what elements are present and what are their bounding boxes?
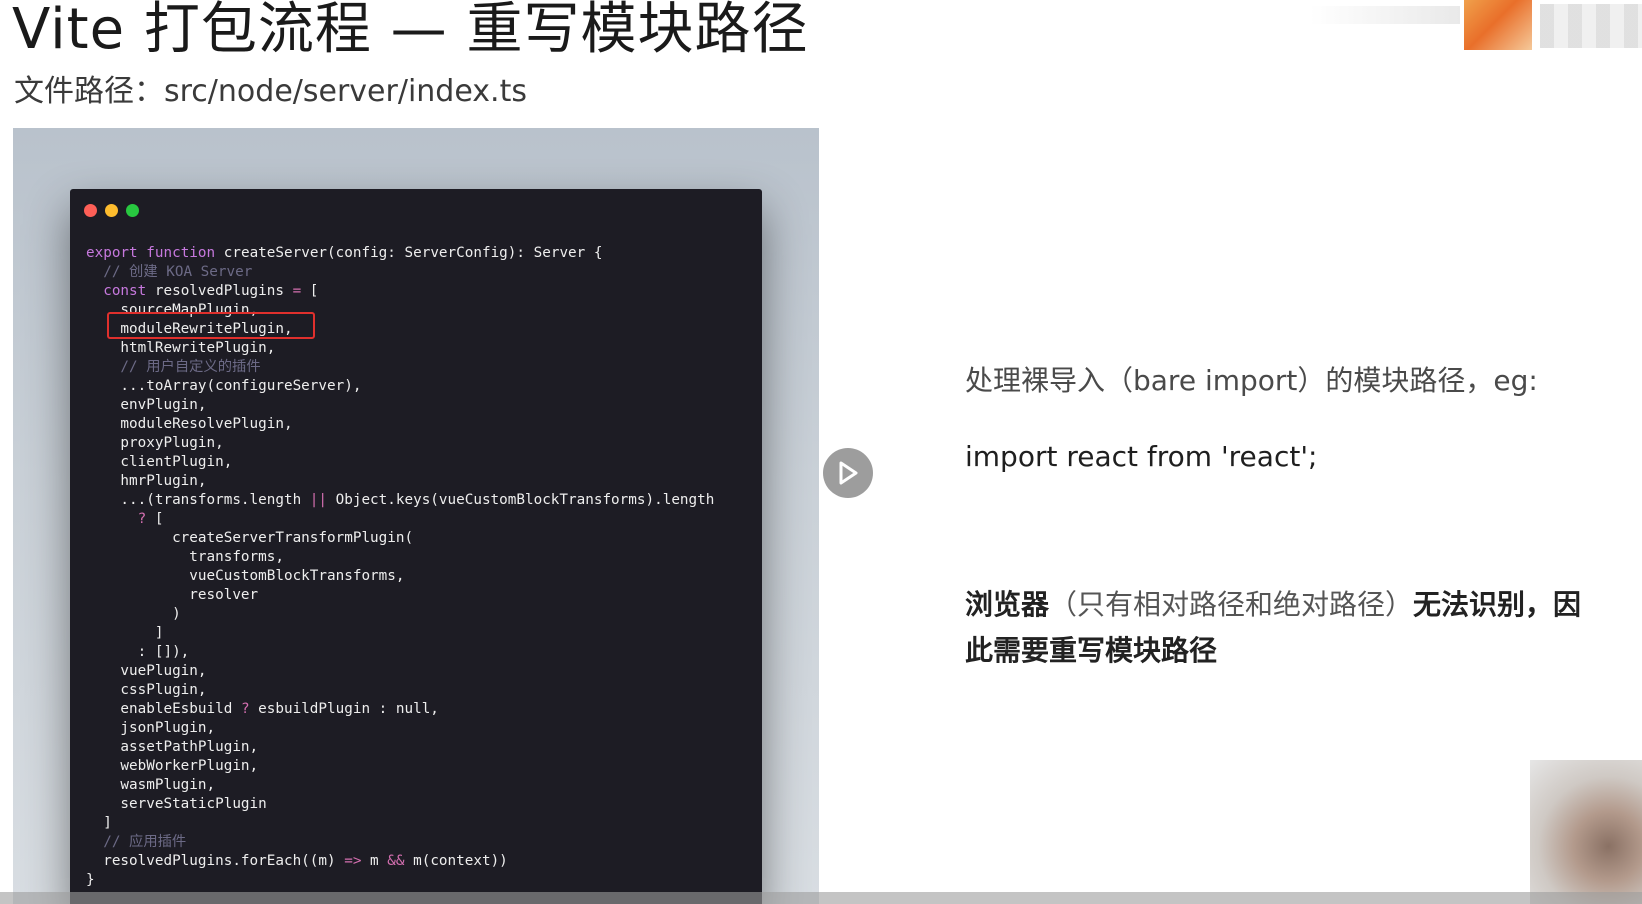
code-block: export function createServer(config: Ser… <box>86 244 756 890</box>
code-line: vueCustomBlockTransforms, <box>86 568 405 584</box>
code-line: ) <box>86 606 181 622</box>
code-line: cssPlugin, <box>86 682 207 698</box>
code-line: ...toArray(configureServer), <box>86 378 362 394</box>
code-line: proxyPlugin, <box>86 435 224 451</box>
description-line-1: 处理裸导入（bare import）的模块路径，eg: <box>965 364 1538 397</box>
window-minimize-dot <box>105 204 118 217</box>
highlight-box <box>107 312 315 339</box>
code-window: export function createServer(config: Ser… <box>70 189 762 904</box>
code-line: ? [ <box>137 511 164 527</box>
code-line: clientPlugin, <box>86 454 233 470</box>
code-line: // 创建 KOA Server <box>86 264 253 280</box>
code-line: jsonPlugin, <box>86 720 216 736</box>
code-line: resolver <box>86 587 259 603</box>
code-line: enableEsbuild ? esbuildPlugin : null, <box>86 701 439 717</box>
description-bold-b: 无法识别，因 <box>1413 588 1582 621</box>
code-line: resolvedPlugins.forEach((m) => m && m(co… <box>86 853 508 869</box>
code-line: ] <box>86 815 112 831</box>
description-bold-a: 浏览器 <box>965 588 1050 621</box>
video-progress-bar[interactable] <box>0 892 1642 904</box>
code-line: envPlugin, <box>86 397 207 413</box>
avatar-thumbnail-blurred <box>1540 4 1642 48</box>
description-bold-c: 此需要重写模块路径 <box>965 634 1218 667</box>
code-line: createServerTransformPlugin( <box>86 530 414 546</box>
description-light: （只有相对路径和绝对路径） <box>1049 588 1414 621</box>
code-line: } <box>86 872 95 888</box>
code-line: wasmPlugin, <box>86 777 216 793</box>
window-maximize-dot <box>126 204 139 217</box>
description-line-3: 浏览器（只有相对路径和绝对路径）无法识别，因 <box>965 582 1581 628</box>
code-line: export function createServer(config: Ser… <box>86 245 603 261</box>
code-line: assetPathPlugin, <box>86 739 259 755</box>
description-paragraph: 浏览器（只有相对路径和绝对路径）无法识别，因 此需要重写模块路径 <box>965 582 1581 674</box>
code-line: serveStaticPlugin <box>86 796 267 812</box>
code-line: moduleResolvePlugin, <box>86 416 293 432</box>
code-line: webWorkerPlugin, <box>86 758 259 774</box>
code-line: htmlRewritePlugin, <box>86 340 276 356</box>
description-line-4: 此需要重写模块路径 <box>965 628 1581 674</box>
play-icon <box>839 461 858 485</box>
slide-title: Vite 打包流程 — 重写模块路径 <box>12 0 809 62</box>
code-line: ] <box>86 625 164 641</box>
code-line: const resolvedPlugins = [ <box>103 283 319 299</box>
code-line: : []), <box>86 644 190 660</box>
code-screenshot-panel: export function createServer(config: Ser… <box>13 128 819 904</box>
code-line: // 用户自定义的插件 <box>86 359 261 375</box>
slide-subtitle: 文件路径：src/node/server/index.ts <box>14 74 527 109</box>
webcam-overlay <box>1530 760 1642 904</box>
avatar-thumbnail <box>1464 0 1532 50</box>
topbar-fade <box>1310 6 1460 24</box>
description-line-2: import react from 'react'; <box>965 440 1318 473</box>
code-line: ...(transforms.length || Object.keys(vue… <box>86 492 715 508</box>
play-button[interactable] <box>823 448 873 498</box>
window-close-dot <box>84 204 97 217</box>
code-line: transforms, <box>86 549 284 565</box>
code-line: vuePlugin, <box>86 663 207 679</box>
code-line: // 应用插件 <box>86 834 187 850</box>
code-line: hmrPlugin, <box>86 473 207 489</box>
